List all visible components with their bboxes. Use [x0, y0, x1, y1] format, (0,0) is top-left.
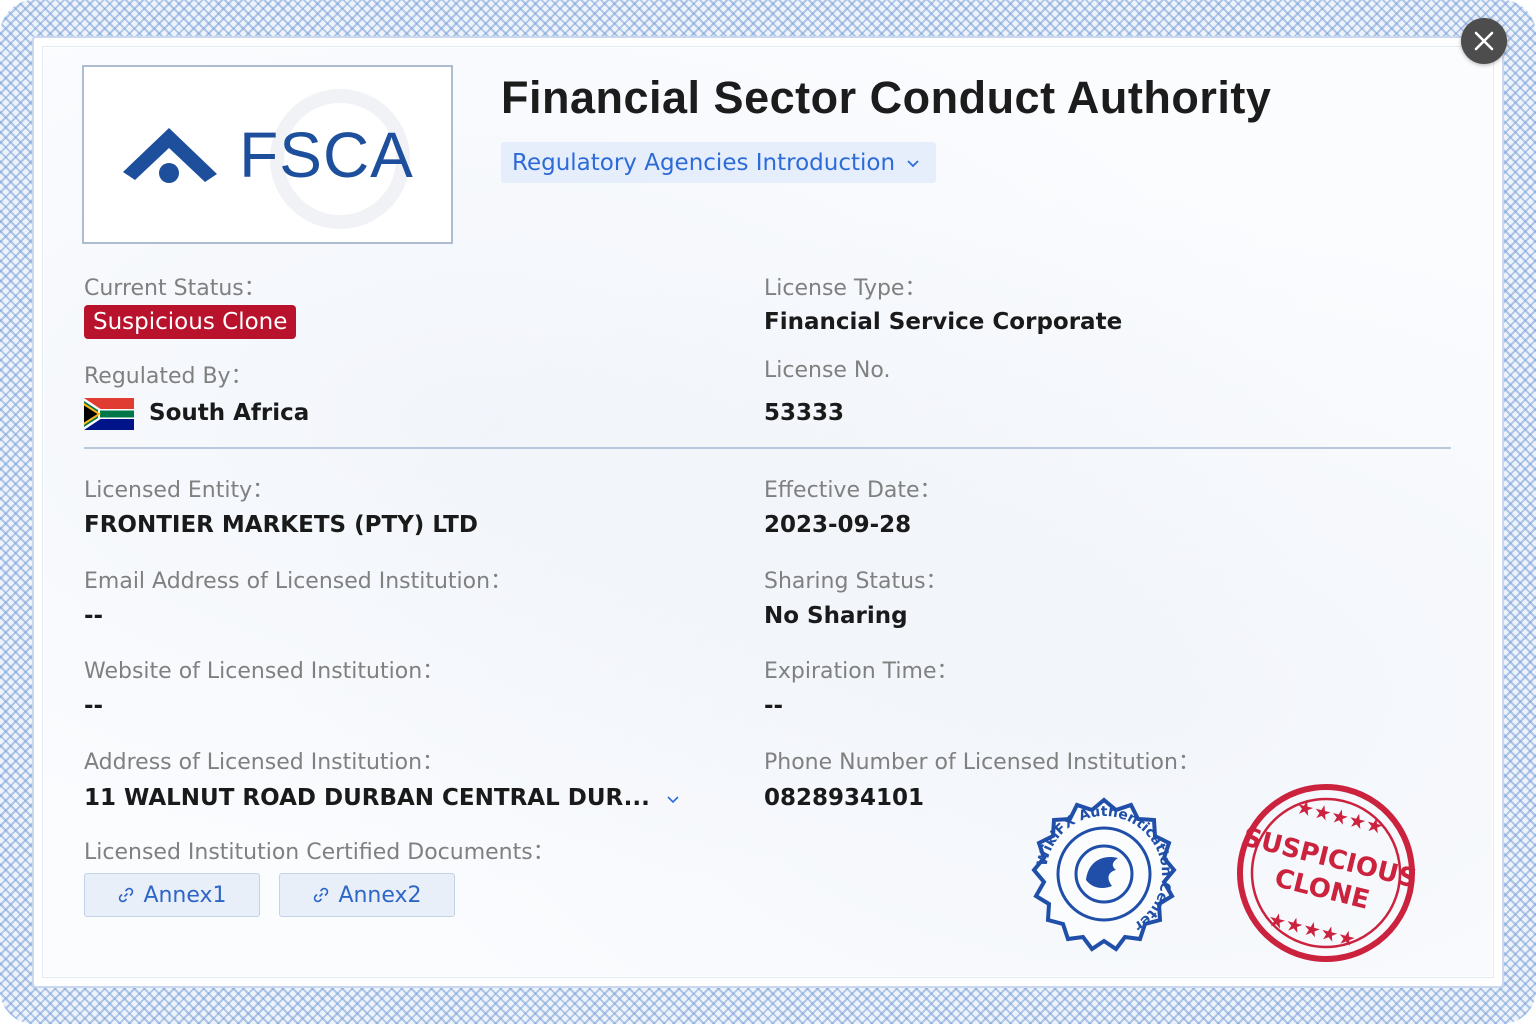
- effective-date-label: Effective Date：: [764, 478, 942, 503]
- licensed-entity-value: FRONTIER MARKETS (PTY) LTD: [84, 512, 478, 538]
- license-type-label: License Type：: [764, 276, 927, 301]
- license-type-value: Financial Service Corporate: [764, 309, 1123, 335]
- documents-label: Licensed Institution Certified Documents…: [84, 840, 555, 865]
- agency-intro-dropdown[interactable]: Regulatory Agencies Introduction: [501, 142, 936, 183]
- email-value: --: [84, 603, 104, 629]
- website-label: Website of Licensed Institution：: [84, 659, 445, 684]
- status-badge: Suspicious Clone: [84, 305, 297, 339]
- section-divider: [84, 447, 1451, 449]
- regulated-by-value: South Africa: [149, 400, 310, 426]
- email-label: Email Address of Licensed Institution：: [84, 569, 513, 594]
- page-title: Financial Sector Conduct Authority: [501, 72, 1272, 123]
- effective-date-value: 2023-09-28: [764, 512, 912, 538]
- expiration-label: Expiration Time：: [764, 659, 959, 684]
- logo-text: FSCA: [239, 118, 414, 191]
- agency-intro-label: Regulatory Agencies Introduction: [512, 149, 896, 176]
- regulator-logo: FSCA: [82, 65, 453, 244]
- expiration-value: --: [764, 693, 784, 719]
- license-no-label: License No.: [764, 358, 891, 383]
- close-icon: [1474, 31, 1494, 51]
- annex2-label: Annex2: [338, 882, 422, 908]
- regulated-by-label: Regulated By：: [84, 364, 253, 389]
- fsca-roof-icon: [123, 127, 218, 183]
- phone-label: Phone Number of Licensed Institution：: [764, 750, 1200, 775]
- address-label: Address of Licensed Institution：: [84, 750, 445, 775]
- phone-value: 0828934101: [764, 785, 925, 811]
- chevron-down-icon: [907, 159, 919, 167]
- license-no-value: 53333: [764, 400, 845, 426]
- link-icon: [314, 887, 329, 903]
- sharing-status-label: Sharing Status：: [764, 569, 948, 594]
- current-status-label: Current Status：: [84, 276, 266, 301]
- annex1-label: Annex1: [143, 882, 227, 908]
- annex2-button[interactable]: Annex2: [279, 873, 455, 917]
- suspicious-clone-stamp: ★★★★★ ★★★★★ SUSPICIOUSCLONE: [1237, 784, 1420, 962]
- close-button[interactable]: [1461, 18, 1507, 64]
- sharing-status-value: No Sharing: [764, 603, 908, 629]
- expand-address-chevron-icon[interactable]: [664, 790, 682, 808]
- annex1-button[interactable]: Annex1: [84, 873, 260, 917]
- wikifx-authentication-stamp: WikiFX Authentication Center: [1031, 797, 1177, 952]
- south-africa-flag-icon: [84, 398, 134, 430]
- link-icon: [119, 887, 134, 903]
- address-value: 11 WALNUT ROAD DURBAN CENTRAL DUR...: [84, 785, 650, 811]
- website-value: --: [84, 693, 104, 719]
- licensed-entity-label: Licensed Entity：: [84, 478, 275, 503]
